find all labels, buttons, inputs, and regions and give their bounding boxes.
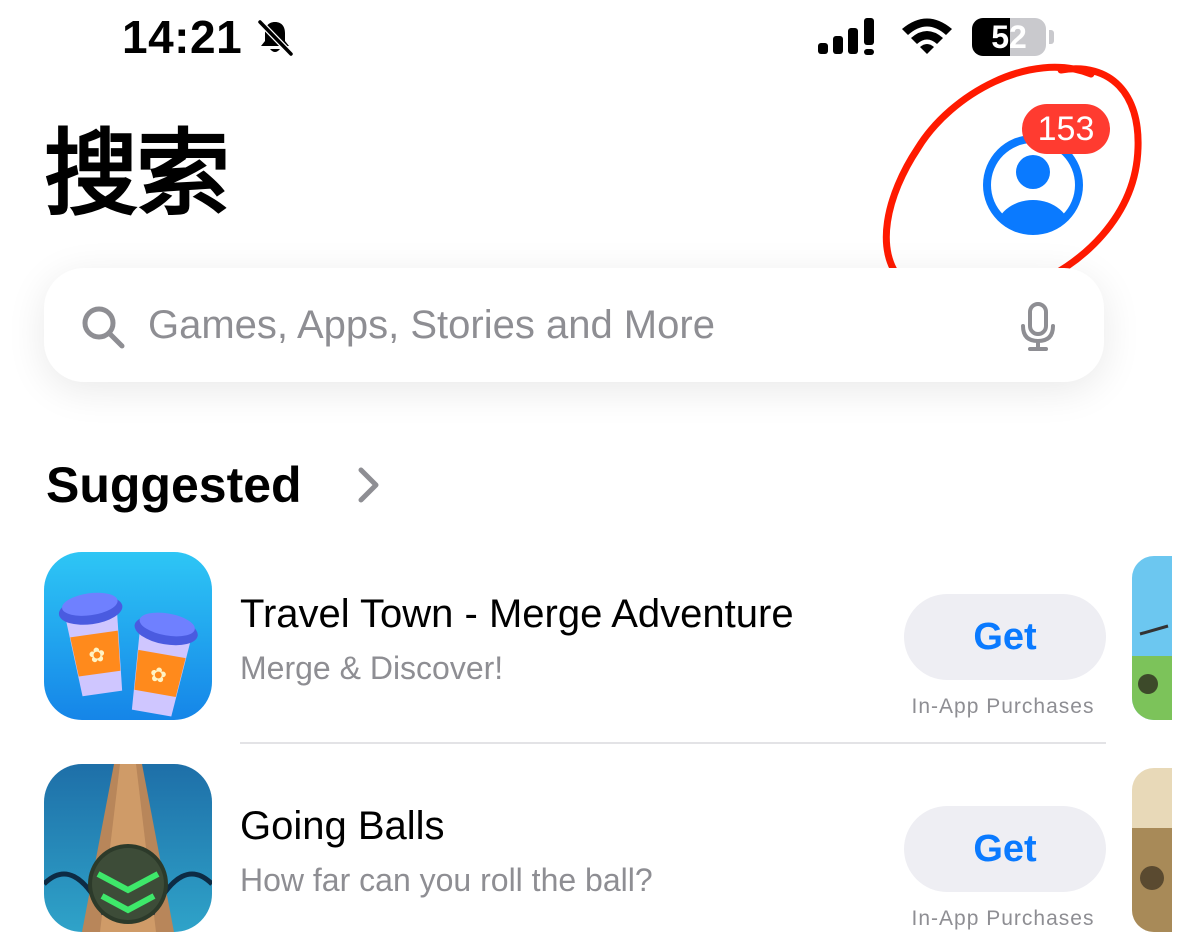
next-card-preview[interactable]	[1132, 556, 1172, 720]
app-subtitle: How far can you roll the ball?	[240, 862, 653, 898]
section-title-suggested[interactable]: Suggested	[46, 456, 302, 514]
app-icon-going-balls[interactable]	[44, 764, 212, 932]
bell-slash-icon	[257, 19, 294, 57]
in-app-purchases-note: In-App Purchases	[911, 695, 1095, 718]
wifi-icon	[902, 18, 952, 54]
search-icon	[82, 306, 125, 349]
status-time: 14:21	[122, 11, 243, 63]
in-app-purchases-note: In-App Purchases	[911, 907, 1095, 930]
notification-badge: 153	[1022, 104, 1110, 154]
battery-icon: 52	[972, 18, 1054, 56]
get-button[interactable]: Get	[904, 806, 1106, 892]
chevron-right-icon[interactable]	[356, 466, 382, 504]
app-icon-travel-town[interactable]: ✿ ✿	[44, 552, 212, 720]
search-input[interactable]	[148, 294, 948, 356]
page-title: 搜索	[44, 120, 230, 229]
battery-level: 52	[991, 19, 1027, 55]
get-button[interactable]: Get	[904, 594, 1106, 680]
cellular-signal-icon	[818, 18, 874, 55]
svg-text:✿: ✿	[87, 642, 107, 668]
app-name: Going Balls	[240, 804, 445, 848]
microphone-icon[interactable]	[1020, 302, 1056, 352]
app-subtitle: Merge & Discover!	[240, 650, 504, 686]
next-card-preview[interactable]	[1132, 768, 1172, 932]
row-divider	[240, 742, 1106, 744]
app-name: Travel Town - Merge Adventure	[240, 592, 794, 636]
